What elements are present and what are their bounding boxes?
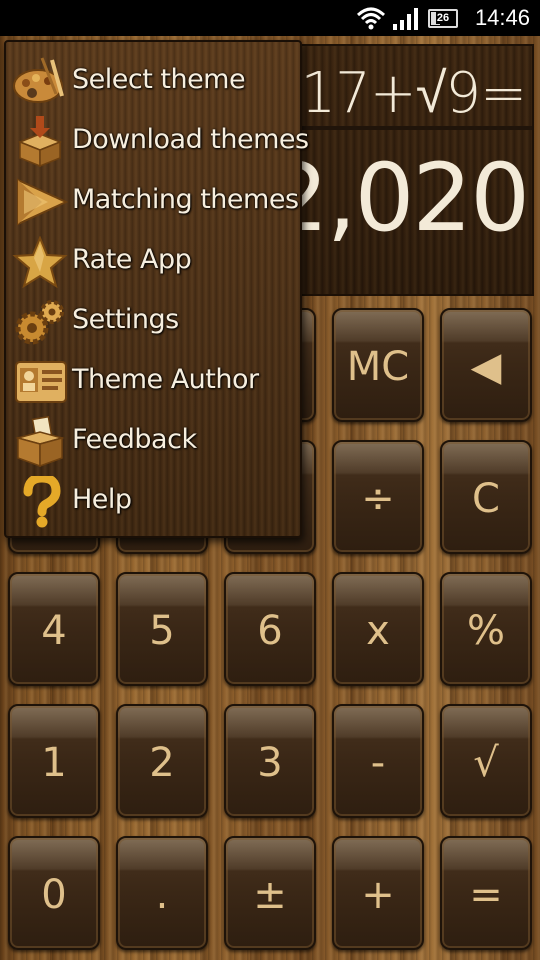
palette-icon <box>13 57 64 103</box>
ballot-box-icon <box>15 416 65 468</box>
question-mark-icon <box>23 476 61 528</box>
key-equals[interactable]: = <box>440 836 532 950</box>
id-card-icon <box>15 361 67 403</box>
menu-label-download-themes: Download themes <box>72 124 309 155</box>
menu-item-settings[interactable]: Settings <box>6 292 302 352</box>
key-2[interactable]: 2 <box>116 704 208 818</box>
menu-label-select-theme: Select theme <box>72 64 246 95</box>
expression-text: 017+√9= <box>265 61 527 126</box>
key-3[interactable]: 3 <box>224 704 316 818</box>
key-sqrt[interactable]: √ <box>440 704 532 818</box>
menu-label-matching-themes: Matching themes <box>72 184 299 215</box>
menu-label-rate-app: Rate App <box>72 244 192 275</box>
key-divide[interactable]: ÷ <box>332 440 424 554</box>
star-icon <box>12 236 68 288</box>
key-plus-minus[interactable]: ± <box>224 836 316 950</box>
menu-item-select-theme[interactable]: Select theme <box>6 52 302 112</box>
key-multiply[interactable]: x <box>332 572 424 686</box>
key-0[interactable]: 0 <box>8 836 100 950</box>
battery-icon: 26 <box>428 9 458 28</box>
menu-item-feedback[interactable]: Feedback <box>6 412 302 472</box>
play-store-icon <box>17 178 68 226</box>
menu-label-theme-author: Theme Author <box>72 364 259 395</box>
menu-item-help[interactable]: Help <box>6 472 302 532</box>
key-6[interactable]: 6 <box>224 572 316 686</box>
key-plus[interactable]: + <box>332 836 424 950</box>
gears-icon <box>15 300 64 345</box>
display-divider <box>298 126 532 130</box>
menu-item-rate-app[interactable]: Rate App <box>6 232 302 292</box>
menu-item-download-themes[interactable]: Download themes <box>6 112 309 172</box>
key-5[interactable]: 5 <box>116 572 208 686</box>
menu-label-feedback: Feedback <box>72 424 197 455</box>
key-clear[interactable]: C <box>440 440 532 554</box>
wifi-icon <box>356 7 386 30</box>
result-text: 2,020 <box>268 144 530 253</box>
status-bar: 26 14:46 <box>0 0 540 36</box>
menu-item-theme-author[interactable]: Theme Author <box>6 352 302 412</box>
battery-level: 26 <box>435 12 451 24</box>
signal-icon <box>393 8 418 30</box>
key-minus[interactable]: - <box>332 704 424 818</box>
download-box-icon <box>17 116 63 168</box>
menu-label-help: Help <box>72 484 132 515</box>
key-mc[interactable]: MC <box>332 308 424 422</box>
key-decimal[interactable]: . <box>116 836 208 950</box>
status-time: 14:46 <box>474 5 530 30</box>
key-4[interactable]: 4 <box>8 572 100 686</box>
key-backspace[interactable]: ◀ <box>440 308 532 422</box>
menu-label-settings: Settings <box>72 304 179 335</box>
options-menu: Select theme Download themes Matching th… <box>4 40 309 538</box>
key-1[interactable]: 1 <box>8 704 100 818</box>
menu-item-matching-themes[interactable]: Matching themes <box>6 172 302 232</box>
key-percent[interactable]: % <box>440 572 532 686</box>
calculator-display: 017+√9= 2,020 <box>266 44 534 296</box>
